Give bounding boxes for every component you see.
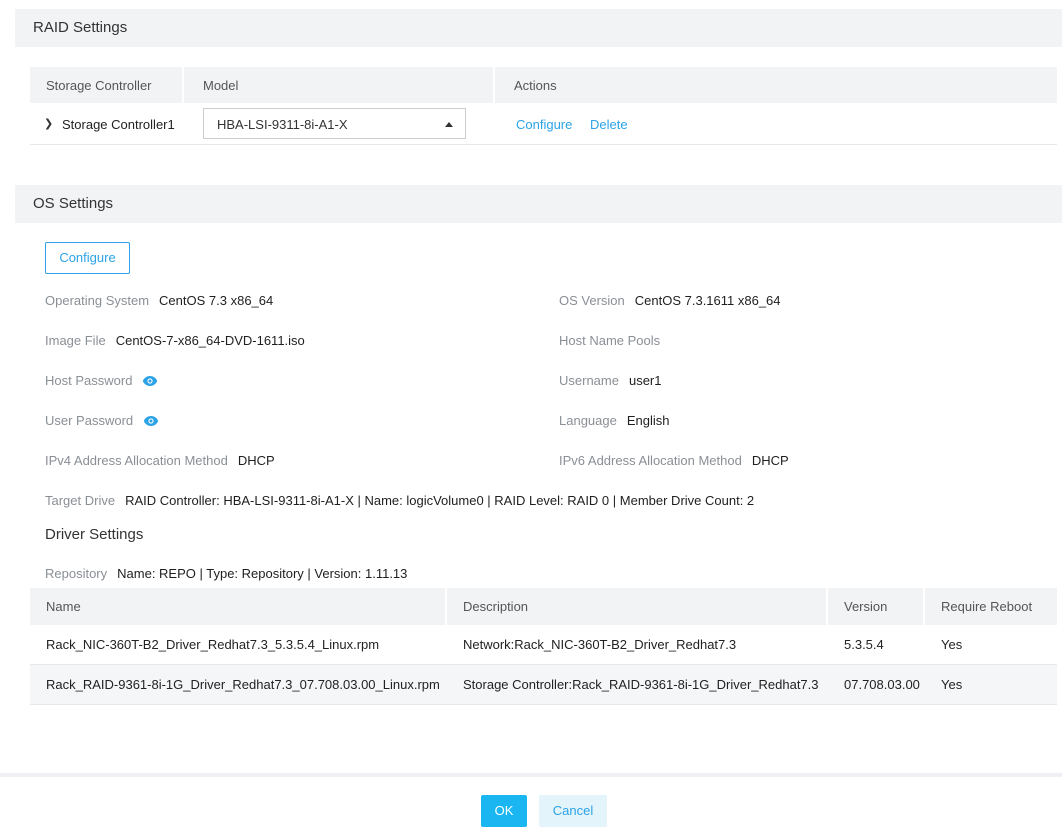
column-header-description: Description [463,599,529,614]
ipv6-allocation-field: IPv6 Address Allocation Method DHCP [559,453,789,468]
driver-name: Rack_RAID-9361-8i-1G_Driver_Redhat7.3_07… [46,677,440,692]
host-password-field: Host Password [45,373,158,390]
ok-button[interactable]: OK [481,795,527,827]
raid-configure-link[interactable]: Configure [516,117,572,132]
field-value: user1 [628,373,662,388]
field-label: Target Drive [45,493,116,508]
field-value: CentOS 7.3 x86_64 [159,293,274,308]
column-header-version: Version [844,599,888,614]
column-divider [445,588,447,625]
driver-table-header: Name Description Version Require Reboot [30,588,1057,625]
column-divider [493,67,495,103]
field-value: DHCP [237,453,275,468]
field-value: DHCP [751,453,789,468]
driver-require-reboot: Yes [941,637,963,652]
field-label: Host Password [45,373,133,388]
field-label: Host Name Pools [559,333,661,348]
ipv4-allocation-field: IPv4 Address Allocation Method DHCP [45,453,275,468]
field-label: IPv6 Address Allocation Method [559,453,742,468]
os-version-field: OS Version CentOS 7.3.1611 x86_64 [559,293,781,308]
cancel-button[interactable]: Cancel [539,795,607,827]
raid-settings-title: RAID Settings [33,19,128,36]
os-settings-header: OS Settings [15,185,1062,223]
driver-description: Network:Rack_NIC-360T-B2_Driver_Redhat7.… [463,637,737,652]
username-field: Username user1 [559,373,662,388]
driver-require-reboot: Yes [941,677,963,692]
driver-description: Storage Controller:Rack_RAID-9361-8i-1G_… [463,677,819,692]
field-label: Language [559,413,617,428]
os-configure-button[interactable]: Configure [45,242,130,274]
driver-version: 5.3.5.4 [844,637,884,652]
footer-divider [0,773,1062,777]
driver-settings-title: Driver Settings [45,526,144,543]
model-select-value: HBA-LSI-9311-8i-A1-X [217,117,348,132]
user-password-field: User Password [45,413,159,430]
target-drive-field: Target Drive RAID Controller: HBA-LSI-931… [45,493,754,508]
raid-table-header: Storage Controller Model Actions [30,67,1057,103]
table-row[interactable]: Rack_RAID-9361-8i-1G_Driver_Redhat7.3_07… [30,665,1057,705]
language-field: Language English [559,413,669,428]
field-label: OS Version [559,293,625,308]
driver-name: Rack_NIC-360T-B2_Driver_Redhat7.3_5.3.5.… [46,637,380,652]
host-name-pools-field: Host Name Pools [559,333,670,348]
column-divider [923,588,925,625]
column-header-actions: Actions [514,78,557,93]
column-divider [826,588,828,625]
field-label: Username [559,373,619,388]
field-label: Operating System [45,293,150,308]
model-select[interactable]: HBA-LSI-9311-8i-A1-X [203,108,466,139]
raid-delete-link[interactable]: Delete [590,117,628,132]
column-header-require-reboot: Require Reboot [941,599,1033,614]
field-label: User Password [45,413,134,428]
field-label: Image File [45,333,106,348]
raid-table-row: ❯ Storage Controller1 HBA-LSI-9311-8i-A1… [30,103,1057,145]
column-header-name: Name [46,599,81,614]
field-label: Repository [45,566,108,581]
table-row[interactable]: Rack_NIC-360T-B2_Driver_Redhat7.3_5.3.5.… [30,625,1057,665]
field-value: CentOS-7-x86_64-DVD-1611.iso [115,333,305,348]
storage-controller-label: Storage Controller1 [62,117,175,132]
field-value: CentOS 7.3.1611 x86_64 [634,293,781,308]
field-value: Name: REPO | Type: Repository | Version:… [117,566,408,581]
repository-field: Repository Name: REPO | Type: Repository … [45,566,407,581]
operating-system-field: Operating System CentOS 7.3 x86_64 [45,293,273,308]
eye-icon[interactable] [142,375,158,390]
driver-version: 07.708.03.00 [844,677,920,692]
column-header-storage-controller: Storage Controller [46,78,152,93]
chevron-right-icon[interactable]: ❯ [44,117,53,130]
caret-up-icon [445,122,453,127]
eye-icon[interactable] [143,415,159,430]
os-settings-title: OS Settings [33,195,114,212]
column-divider [182,67,184,103]
field-label: IPv4 Address Allocation Method [45,453,228,468]
column-header-model: Model [203,78,239,93]
image-file-field: Image File CentOS-7-x86_64-DVD-1611.iso [45,333,305,348]
field-value: RAID Controller: HBA-LSI-9311-8i-A1-X | … [125,493,755,508]
field-value: English [626,413,670,428]
raid-settings-header: RAID Settings [15,9,1062,47]
